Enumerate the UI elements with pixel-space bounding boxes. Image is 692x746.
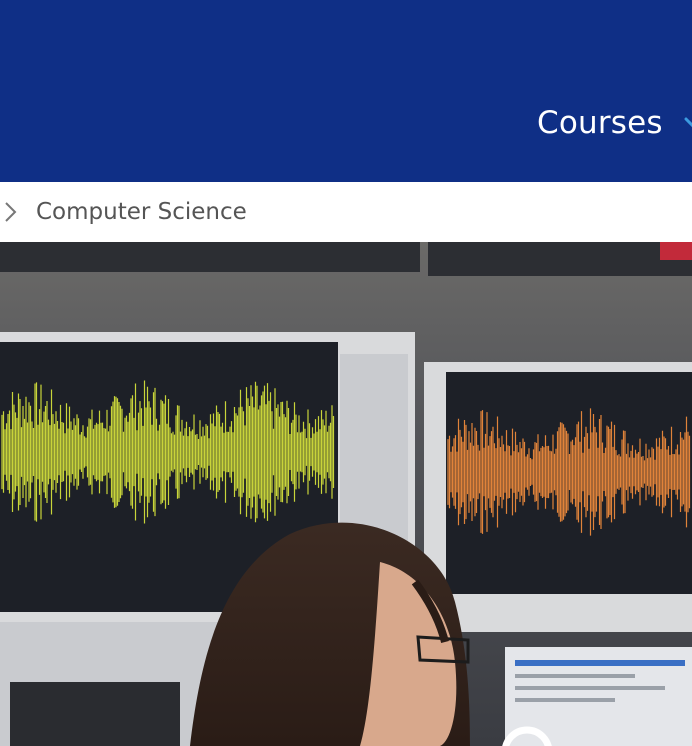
breadcrumb-current: Computer Science <box>36 199 247 225</box>
courses-nav-label: Courses <box>537 105 663 141</box>
chevron-right-icon <box>5 202 17 222</box>
chevron-down-icon <box>684 117 692 128</box>
breadcrumb: Computer Science <box>0 182 692 242</box>
hero-image <box>0 242 692 746</box>
site-header: Courses <box>0 0 692 182</box>
hero-photo <box>0 242 692 746</box>
courses-nav-menu[interactable]: Courses <box>537 103 692 143</box>
